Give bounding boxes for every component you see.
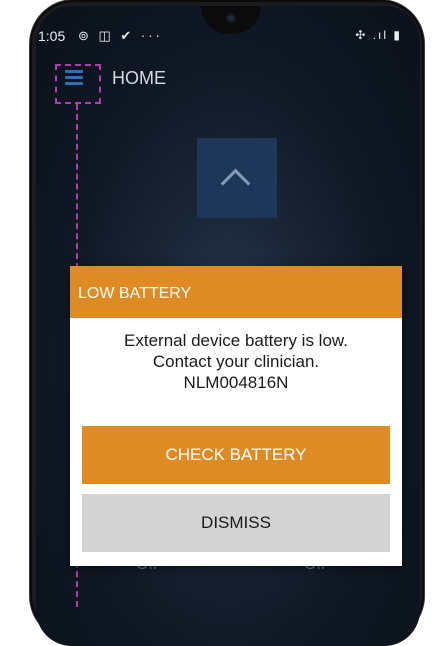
message-line-3: NLM004816N — [183, 373, 289, 392]
signal-battery-icons: ✣ .ıl ▮ — [355, 28, 402, 42]
page-title: HOME — [112, 68, 166, 88]
highlight-box — [55, 64, 101, 104]
dismiss-button[interactable]: DISMISS — [82, 494, 390, 552]
up-button[interactable] — [197, 138, 277, 218]
status-bar: 1:05 ⊚ ◫ ✔ ··· ✣ .ıl ▮ — [38, 22, 402, 44]
check-battery-button[interactable]: CHECK BATTERY — [82, 426, 390, 484]
message-line-2: Contact your clinician. — [152, 352, 320, 371]
dialog-message: External device battery is low. Contact … — [70, 330, 402, 393]
low-battery-dialog: LOW BATTERY External device battery is l… — [70, 266, 402, 566]
message-line-1: External device battery is low. — [124, 331, 348, 350]
status-time: 1:05 — [38, 28, 66, 44]
chevron-up-icon — [220, 168, 251, 199]
dialog-title: LOW BATTERY — [70, 266, 402, 318]
notification-icons: ⊚ ◫ ✔ ··· — [78, 28, 163, 43]
